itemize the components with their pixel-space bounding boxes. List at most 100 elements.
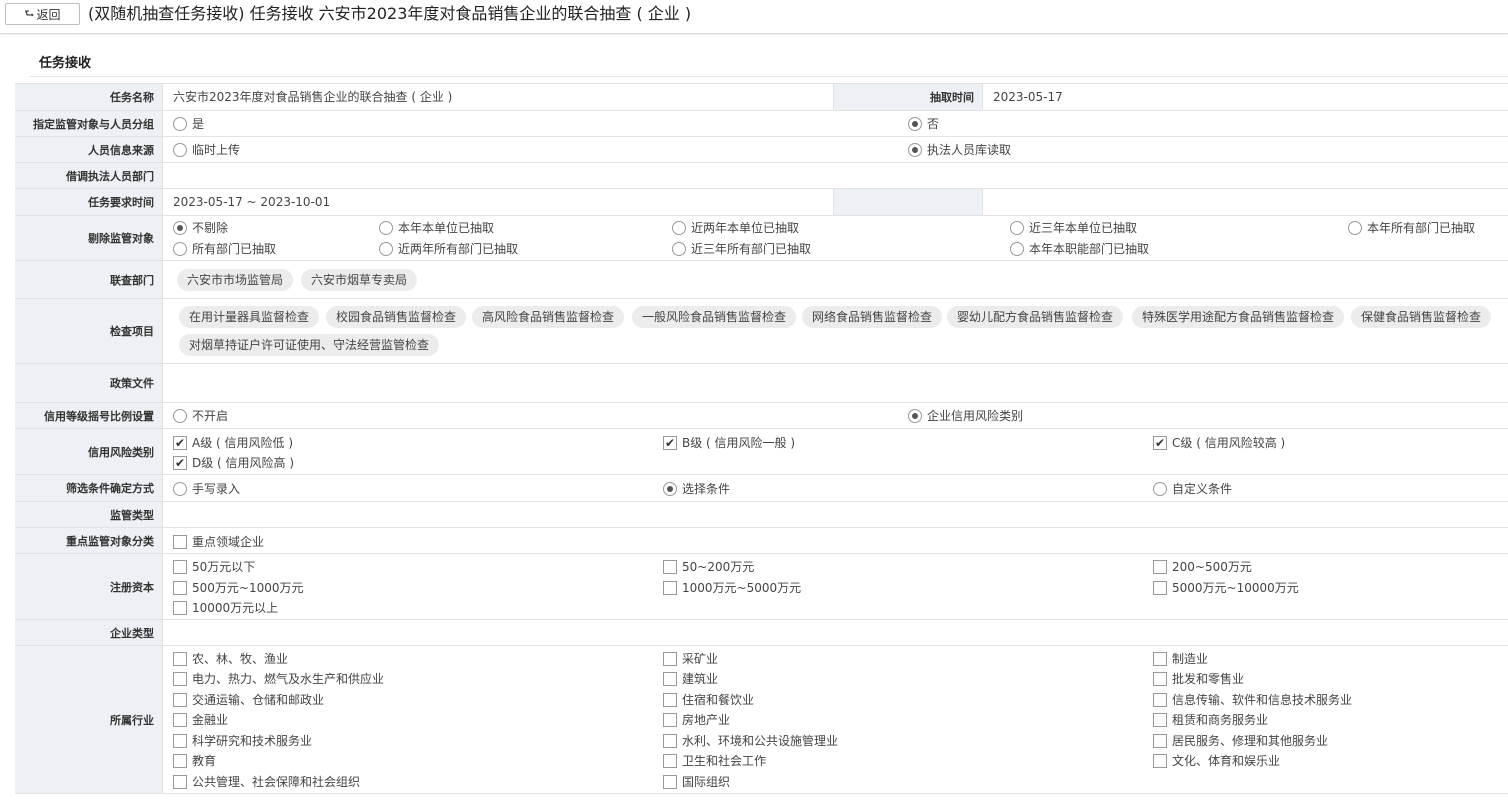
group-option-no[interactable]: 否 xyxy=(908,116,939,132)
exclude-option[interactable]: 所有部门已抽取 xyxy=(173,241,276,257)
checkbox[interactable] xyxy=(663,754,677,768)
capital-option[interactable]: 50~200万元 xyxy=(663,559,754,575)
radio-button-checked[interactable] xyxy=(663,482,677,496)
industry-option[interactable]: 科学研究和技术服务业 xyxy=(173,733,312,749)
exclude-option[interactable]: 近两年本单位已抽取 xyxy=(672,220,799,236)
capital-option[interactable]: 1000万元~5000万元 xyxy=(663,580,801,596)
credit-risk-option[interactable]: ✔ C级 ( 信用风险较高 ) xyxy=(1153,435,1285,451)
radio-button[interactable] xyxy=(1010,242,1024,256)
checkbox[interactable] xyxy=(173,535,187,549)
checkbox[interactable] xyxy=(173,672,187,686)
checkbox[interactable] xyxy=(663,734,677,748)
checkbox[interactable] xyxy=(1153,693,1167,707)
checkbox[interactable] xyxy=(1153,581,1167,595)
radio-button[interactable] xyxy=(173,143,187,157)
checkmark-icon[interactable]: ✔ xyxy=(1153,436,1167,450)
checkbox[interactable] xyxy=(173,754,187,768)
industry-option[interactable]: 房地产业 xyxy=(663,712,730,728)
source-option-library[interactable]: 执法人员库读取 xyxy=(908,142,1011,158)
capital-option[interactable]: 5000万元~10000万元 xyxy=(1153,580,1299,596)
capital-option[interactable]: 10000万元以上 xyxy=(173,600,278,616)
credit-setting-option-category[interactable]: 企业信用风险类别 xyxy=(908,408,1023,424)
industry-option[interactable]: 居民服务、修理和其他服务业 xyxy=(1153,733,1328,749)
radio-button[interactable] xyxy=(1348,221,1362,235)
industry-option[interactable]: 制造业 xyxy=(1153,651,1208,667)
capital-option[interactable]: 500万元~1000万元 xyxy=(173,580,304,596)
exclude-option[interactable]: 近两年所有部门已抽取 xyxy=(379,241,518,257)
checkbox[interactable] xyxy=(663,581,677,595)
radio-button-checked[interactable] xyxy=(908,117,922,131)
capital-option[interactable]: 200~500万元 xyxy=(1153,559,1252,575)
credit-risk-option[interactable]: ✔ A级 ( 信用风险低 ) xyxy=(173,435,293,451)
industry-option[interactable]: 教育 xyxy=(173,753,216,769)
radio-button-checked[interactable] xyxy=(173,221,187,235)
checkbox[interactable] xyxy=(1153,713,1167,727)
industry-option[interactable]: 文化、体育和娱乐业 xyxy=(1153,753,1280,769)
filter-mode-option[interactable]: 手写录入 xyxy=(173,481,240,497)
checkmark-icon[interactable]: ✔ xyxy=(173,436,187,450)
industry-option[interactable]: 公共管理、社会保障和社会组织 xyxy=(173,774,360,790)
industry-option[interactable]: 住宿和餐饮业 xyxy=(663,692,754,708)
checkbox[interactable] xyxy=(1153,560,1167,574)
industry-option[interactable]: 信息传输、软件和信息技术服务业 xyxy=(1153,692,1352,708)
credit-risk-option[interactable]: ✔ D级 ( 信用风险高 ) xyxy=(173,455,294,471)
checkbox[interactable] xyxy=(173,713,187,727)
radio-button[interactable] xyxy=(1153,482,1167,496)
industry-option[interactable]: 国际组织 xyxy=(663,774,730,790)
radio-button[interactable] xyxy=(672,242,686,256)
checkbox[interactable] xyxy=(663,560,677,574)
back-button[interactable]: ⮑ 返回 xyxy=(5,3,80,25)
checkbox[interactable] xyxy=(1153,652,1167,666)
radio-button[interactable] xyxy=(173,242,187,256)
industry-option[interactable]: 交通运输、仓储和邮政业 xyxy=(173,692,324,708)
radio-button[interactable] xyxy=(173,409,187,423)
checkbox[interactable] xyxy=(173,775,187,789)
industry-option[interactable]: 卫生和社会工作 xyxy=(663,753,766,769)
industry-option[interactable]: 批发和零售业 xyxy=(1153,671,1244,687)
radio-button[interactable] xyxy=(379,221,393,235)
industry-option[interactable]: 建筑业 xyxy=(663,671,718,687)
exclude-option[interactable]: 本年本职能部门已抽取 xyxy=(1010,241,1149,257)
exclude-option[interactable]: 近三年所有部门已抽取 xyxy=(672,241,811,257)
industry-option[interactable]: 水利、环境和公共设施管理业 xyxy=(663,733,838,749)
exclude-option[interactable]: 本年所有部门已抽取 xyxy=(1348,220,1475,236)
key-category-option[interactable]: 重点领域企业 xyxy=(173,534,264,550)
checkmark-icon[interactable]: ✔ xyxy=(173,456,187,470)
checkbox[interactable] xyxy=(173,601,187,615)
checkbox[interactable] xyxy=(663,652,677,666)
checkbox[interactable] xyxy=(663,775,677,789)
exclude-option[interactable]: 近三年本单位已抽取 xyxy=(1010,220,1137,236)
checkbox[interactable] xyxy=(173,560,187,574)
checkbox[interactable] xyxy=(663,693,677,707)
radio-button[interactable] xyxy=(672,221,686,235)
checkbox[interactable] xyxy=(1153,754,1167,768)
radio-button-checked[interactable] xyxy=(908,143,922,157)
checkbox[interactable] xyxy=(1153,672,1167,686)
radio-button[interactable] xyxy=(379,242,393,256)
checkbox[interactable] xyxy=(173,734,187,748)
checkbox[interactable] xyxy=(173,581,187,595)
radio-button[interactable] xyxy=(173,482,187,496)
credit-risk-option[interactable]: ✔ B级 ( 信用风险一般 ) xyxy=(663,435,795,451)
radio-button[interactable] xyxy=(1010,221,1024,235)
checkbox[interactable] xyxy=(663,672,677,686)
checkmark-icon[interactable]: ✔ xyxy=(663,436,677,450)
industry-option[interactable]: 金融业 xyxy=(173,712,228,728)
industry-option[interactable]: 农、林、牧、渔业 xyxy=(173,651,288,667)
checkbox[interactable] xyxy=(173,693,187,707)
exclude-option[interactable]: 不剔除 xyxy=(173,220,228,236)
group-option-yes[interactable]: 是 xyxy=(173,116,204,132)
industry-option[interactable]: 电力、热力、燃气及水生产和供应业 xyxy=(173,671,384,687)
industry-option[interactable]: 采矿业 xyxy=(663,651,718,667)
industry-option[interactable]: 租赁和商务服务业 xyxy=(1153,712,1268,728)
credit-setting-option-off[interactable]: 不开启 xyxy=(173,408,228,424)
filter-mode-option[interactable]: 选择条件 xyxy=(663,481,730,497)
filter-mode-option[interactable]: 自定义条件 xyxy=(1153,481,1232,497)
exclude-option[interactable]: 本年本单位已抽取 xyxy=(379,220,494,236)
source-option-upload[interactable]: 临时上传 xyxy=(173,142,240,158)
radio-button-checked[interactable] xyxy=(908,409,922,423)
checkbox[interactable] xyxy=(663,713,677,727)
capital-option[interactable]: 50万元以下 xyxy=(173,559,255,575)
checkbox[interactable] xyxy=(173,652,187,666)
radio-button[interactable] xyxy=(173,117,187,131)
